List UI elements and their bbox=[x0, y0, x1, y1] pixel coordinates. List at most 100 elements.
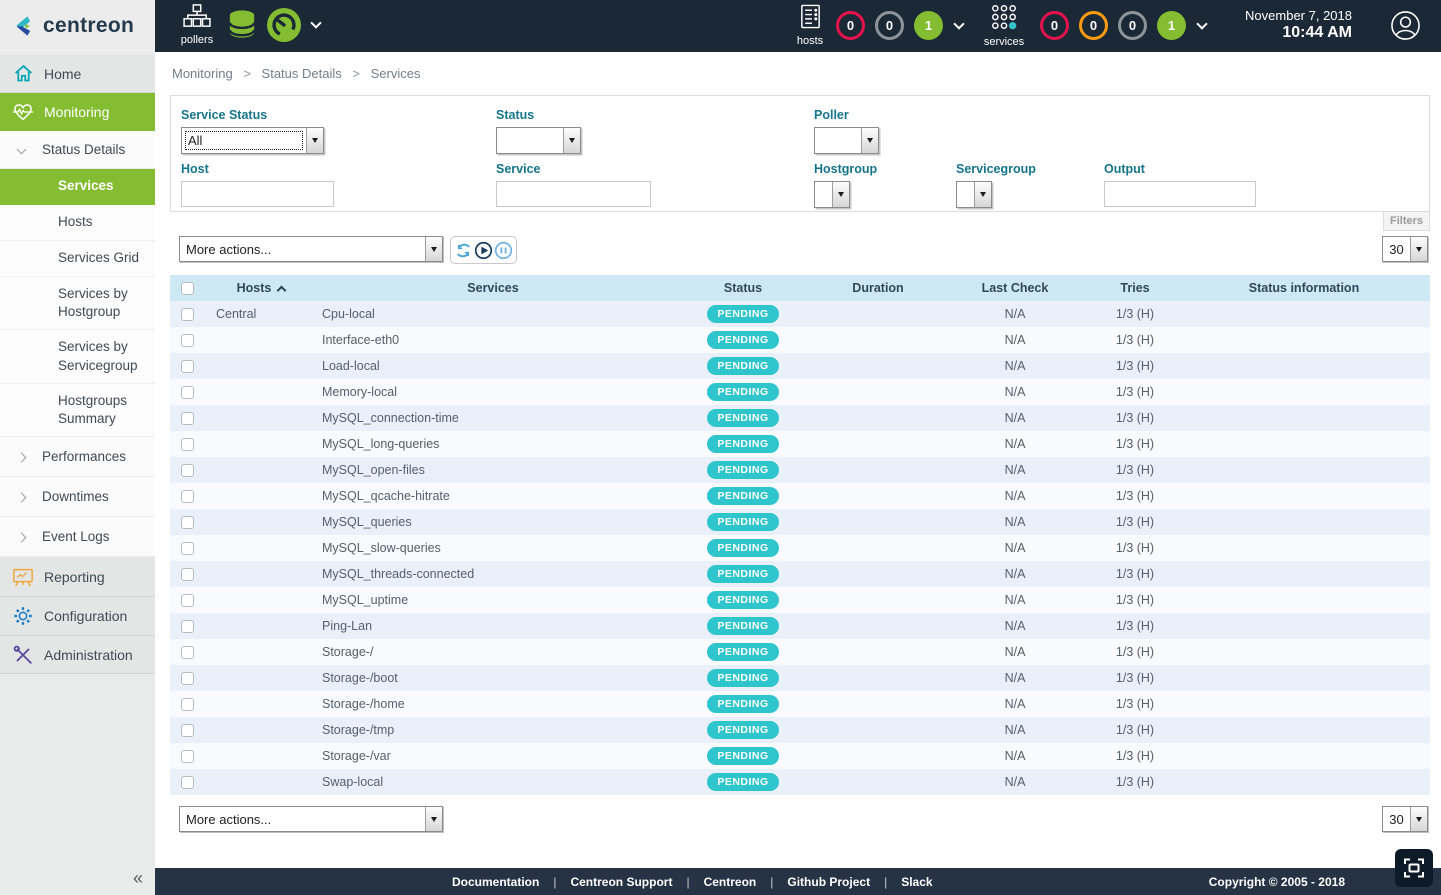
host-cell[interactable] bbox=[204, 327, 318, 353]
column-header-duration[interactable]: Duration bbox=[818, 275, 938, 301]
sidebar-item-downtimes[interactable]: Downtimes bbox=[0, 477, 155, 517]
host-cell[interactable] bbox=[204, 405, 318, 431]
service-cell[interactable]: Storage-/var bbox=[318, 743, 668, 769]
services-chevron-icon[interactable] bbox=[1196, 18, 1207, 29]
host-cell[interactable] bbox=[204, 717, 318, 743]
column-header-services[interactable]: Services bbox=[318, 275, 668, 301]
sidebar-item-home[interactable]: Home bbox=[0, 55, 155, 93]
host-input[interactable] bbox=[181, 181, 334, 207]
row-checkbox[interactable] bbox=[181, 412, 194, 425]
column-header-hosts[interactable]: Hosts bbox=[204, 275, 318, 301]
host-cell[interactable] bbox=[204, 509, 318, 535]
row-checkbox[interactable] bbox=[181, 490, 194, 503]
host-cell[interactable]: Central bbox=[204, 301, 318, 327]
more-actions-select-bottom[interactable]: More actions... bbox=[179, 806, 443, 832]
host-cell[interactable] bbox=[204, 587, 318, 613]
host-cell[interactable] bbox=[204, 639, 318, 665]
service-cell[interactable]: MySQL_qcache-hitrate bbox=[318, 483, 668, 509]
output-input[interactable] bbox=[1104, 181, 1256, 207]
breadcrumb-status-details[interactable]: Status Details bbox=[262, 66, 342, 81]
hosts-down-counter[interactable]: 0 bbox=[836, 11, 865, 40]
filters-tab[interactable]: Filters bbox=[1383, 212, 1430, 231]
breadcrumb-monitoring[interactable]: Monitoring bbox=[172, 66, 233, 81]
host-cell[interactable] bbox=[204, 431, 318, 457]
host-cell[interactable] bbox=[204, 483, 318, 509]
services-status[interactable]: services bbox=[981, 4, 1027, 48]
host-cell[interactable] bbox=[204, 379, 318, 405]
sidebar-item-hostgroups-summary[interactable]: Hostgroups Summary bbox=[0, 384, 155, 437]
service-cell[interactable]: MySQL_threads-connected bbox=[318, 561, 668, 587]
page-size-select-top[interactable]: 30 bbox=[1382, 236, 1428, 262]
service-cell[interactable]: Memory-local bbox=[318, 379, 668, 405]
service-cell[interactable]: Cpu-local bbox=[318, 301, 668, 327]
hosts-unreachable-counter[interactable]: 0 bbox=[875, 11, 904, 40]
row-checkbox[interactable] bbox=[181, 698, 194, 711]
footer-link[interactable]: Github Project bbox=[787, 875, 870, 889]
status-select[interactable] bbox=[496, 127, 581, 154]
host-cell[interactable] bbox=[204, 561, 318, 587]
column-header-last-check[interactable]: Last Check bbox=[938, 275, 1092, 301]
service-input[interactable] bbox=[496, 181, 651, 207]
service-cell[interactable]: Ping-Lan bbox=[318, 613, 668, 639]
service-cell[interactable]: Storage-/tmp bbox=[318, 717, 668, 743]
row-checkbox[interactable] bbox=[181, 568, 194, 581]
sidebar-item-monitoring[interactable]: Monitoring bbox=[0, 93, 155, 131]
host-cell[interactable] bbox=[204, 743, 318, 769]
engine-gauge-status-icon[interactable] bbox=[267, 8, 301, 47]
service-cell[interactable]: MySQL_queries bbox=[318, 509, 668, 535]
service-cell[interactable]: MySQL_open-files bbox=[318, 457, 668, 483]
servicegroup-select[interactable] bbox=[956, 181, 992, 208]
row-checkbox[interactable] bbox=[181, 308, 194, 321]
services-unknown-counter[interactable]: 0 bbox=[1118, 11, 1147, 40]
row-checkbox[interactable] bbox=[181, 594, 194, 607]
select-all-checkbox[interactable] bbox=[181, 282, 194, 295]
breadcrumb-services[interactable]: Services bbox=[371, 66, 421, 81]
hosts-chevron-icon[interactable] bbox=[953, 18, 964, 29]
more-actions-select-top[interactable]: More actions... bbox=[179, 236, 443, 262]
services-critical-counter[interactable]: 0 bbox=[1040, 11, 1069, 40]
sidebar-item-configuration[interactable]: Configuration bbox=[0, 597, 155, 636]
row-checkbox[interactable] bbox=[181, 542, 194, 555]
sidebar-collapse-button[interactable]: « bbox=[133, 868, 143, 889]
sidebar-item-performances[interactable]: Performances bbox=[0, 437, 155, 477]
column-header-tries[interactable]: Tries bbox=[1092, 275, 1178, 301]
service-cell[interactable]: MySQL_connection-time bbox=[318, 405, 668, 431]
sidebar-item-reporting[interactable]: Reporting bbox=[0, 557, 155, 597]
sidebar-item-services-by-servicegroup[interactable]: Services by Servicegroup bbox=[0, 330, 155, 383]
hostgroup-select[interactable] bbox=[814, 181, 850, 208]
host-cell[interactable] bbox=[204, 613, 318, 639]
host-cell[interactable] bbox=[204, 769, 318, 795]
service-cell[interactable]: Storage-/home bbox=[318, 691, 668, 717]
row-checkbox[interactable] bbox=[181, 360, 194, 373]
column-header-status-information[interactable]: Status information bbox=[1178, 275, 1430, 301]
host-cell[interactable] bbox=[204, 691, 318, 717]
row-checkbox[interactable] bbox=[181, 646, 194, 659]
footer-link[interactable]: Slack bbox=[901, 875, 932, 889]
service-cell[interactable]: Swap-local bbox=[318, 769, 668, 795]
row-checkbox[interactable] bbox=[181, 672, 194, 685]
page-size-select-bottom[interactable]: 30 bbox=[1382, 806, 1428, 832]
row-checkbox[interactable] bbox=[181, 464, 194, 477]
row-checkbox[interactable] bbox=[181, 438, 194, 451]
service-cell[interactable]: Storage-/boot bbox=[318, 665, 668, 691]
service-status-select[interactable]: All bbox=[181, 127, 324, 154]
pollers-status[interactable]: pollers bbox=[175, 4, 219, 46]
host-cell[interactable] bbox=[204, 665, 318, 691]
user-profile-icon[interactable] bbox=[1390, 10, 1421, 46]
column-header-status[interactable]: Status bbox=[668, 275, 818, 301]
play-button[interactable] bbox=[474, 241, 493, 260]
centreon-logo[interactable]: centreon bbox=[0, 0, 155, 52]
row-checkbox[interactable] bbox=[181, 334, 194, 347]
service-cell[interactable]: Interface-eth0 bbox=[318, 327, 668, 353]
pause-button[interactable] bbox=[494, 241, 513, 260]
host-cell[interactable] bbox=[204, 457, 318, 483]
poller-details-chevron-icon[interactable] bbox=[310, 17, 321, 28]
sidebar-item-services[interactable]: Services bbox=[0, 169, 155, 205]
host-cell[interactable] bbox=[204, 535, 318, 561]
services-warning-counter[interactable]: 0 bbox=[1079, 11, 1108, 40]
sidebar-item-administration[interactable]: Administration bbox=[0, 636, 155, 674]
services-ok-counter[interactable]: 1 bbox=[1157, 11, 1186, 40]
service-cell[interactable]: MySQL_slow-queries bbox=[318, 535, 668, 561]
database-status-icon[interactable] bbox=[225, 8, 259, 47]
footer-link[interactable]: Documentation bbox=[452, 875, 539, 889]
